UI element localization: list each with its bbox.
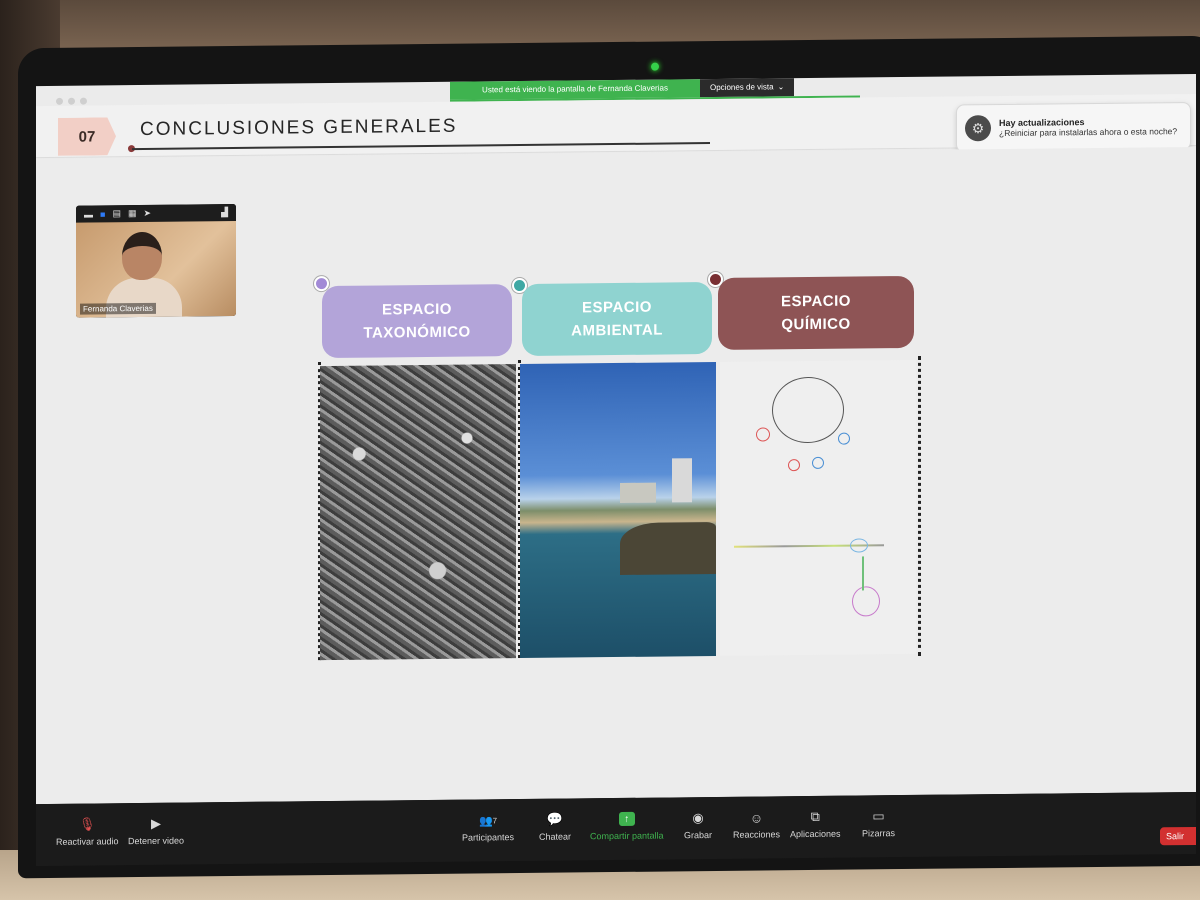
zoom-screen: Usted está viendo la pantalla de Fernand… [36, 73, 1196, 805]
leave-button[interactable]: Salir [1160, 826, 1196, 846]
cursor-pointer-icon: ➤ [143, 207, 152, 218]
stop-video-label: Detener video [128, 835, 185, 847]
reactions-button[interactable]: ☺ Reacciones [733, 809, 781, 840]
oxazole-ring-blue-2 [812, 456, 824, 469]
reactions-label: Reacciones [733, 829, 781, 840]
environmental-line1: ESPACIO [582, 298, 652, 317]
update-notification[interactable]: ⚙ Hay actualizaciones ¿Reiniciar para in… [956, 101, 1191, 153]
unmute-audio-button[interactable]: 🎙 Reactivar audio [56, 816, 119, 847]
apps-label: Aplicaciones [790, 828, 841, 840]
macrocycle-structure [772, 376, 844, 444]
chemical-line2: QUÍMICO [781, 315, 851, 334]
share-screen-button[interactable]: ↑ Compartir pantalla [590, 811, 664, 842]
participants-button[interactable]: 👥 7 Participantes [462, 813, 514, 843]
split-view-icon[interactable]: ▤ [112, 208, 121, 219]
record-icon: ◉ [692, 810, 704, 826]
chat-label: Chatear [539, 831, 572, 842]
record-button[interactable]: ◉ Grabar [684, 810, 713, 841]
chemical-structures [720, 359, 916, 656]
unmute-audio-label: Reactivar audio [56, 836, 119, 847]
peptide-ring-purple [852, 586, 880, 617]
webcam-indicator [651, 62, 659, 71]
window-controls[interactable] [56, 97, 87, 105]
settings-icon: ⚙ [965, 115, 991, 142]
participant-video-tile[interactable]: ▬ ■ ▤ ▦ ➤ ▟ Fernanda Claverias [76, 204, 236, 318]
notification-body: ¿Reiniciar para instalarlas ahora o esta… [999, 125, 1178, 138]
gallery-view-icon[interactable]: ▦ [128, 208, 137, 219]
expand-icon[interactable]: ▟ [221, 207, 228, 218]
chevron-down-icon: ⌄ [777, 82, 785, 92]
side-chain [862, 556, 864, 591]
chemical-space-pill: ESPACIO QUÍMICO [718, 275, 914, 350]
peptide-ring-blue [850, 538, 868, 553]
environmental-line2: AMBIENTAL [571, 321, 663, 340]
laptop-bezel: Usted está viendo la pantalla de Fernand… [18, 35, 1200, 879]
mic-muted-icon: 🎙 [79, 816, 96, 832]
thiazole-ring-red-2 [788, 459, 800, 472]
meeting-toolbar: 🎙 Reactivar audio ▶ Detener video 👥 7 Par… [36, 791, 1196, 867]
apps-icon: ⧉ [810, 808, 820, 824]
chemical-line1: ESPACIO [781, 292, 851, 311]
video-tile-toolbar: ▬ ■ ▤ ▦ ➤ ▟ [76, 204, 236, 223]
chat-bubble-icon: 💬 [546, 811, 564, 827]
video-camera-icon: ▶ [151, 815, 162, 831]
record-label: Grabar [684, 830, 713, 841]
building [620, 482, 656, 503]
taxonomic-line2: TAXONÓMICO [363, 323, 471, 342]
tower-building [672, 458, 692, 503]
participants-count: 7 [492, 815, 498, 825]
section-number: 07 [58, 117, 116, 156]
coastal-photo [520, 361, 716, 659]
view-options-label: Opciones de vista [710, 82, 774, 93]
participant-head [122, 231, 162, 281]
slide-title: CONCLUSIONES GENERALES [140, 115, 458, 141]
oxazole-ring-blue [838, 432, 850, 445]
chemical-divider [918, 355, 921, 656]
whiteboards-button[interactable]: ▭ Pizarras [862, 808, 896, 839]
smiley-icon: ☺ [749, 809, 764, 826]
view-options-button[interactable]: Opciones de vista ⌄ [700, 78, 795, 98]
whiteboard-icon: ▭ [872, 808, 885, 824]
participant-name: Fernanda Claverias [80, 302, 156, 315]
stop-video-button[interactable]: ▶ Detener video [128, 815, 185, 847]
speaker-view-icon[interactable]: ■ [100, 209, 105, 219]
share-screen-label: Compartir pantalla [590, 830, 664, 842]
title-rule [132, 142, 710, 150]
rocks [620, 521, 716, 575]
participants-icon: 👥 7 [478, 814, 498, 827]
participants-label: Participantes [462, 832, 515, 843]
apps-button[interactable]: ⧉ Aplicaciones [790, 808, 841, 840]
chat-button[interactable]: 💬 Chatear [539, 811, 572, 842]
thiazole-ring-red [756, 427, 770, 442]
taxonomic-space-pill: ESPACIO TAXONÓMICO [322, 284, 512, 359]
share-arrow-icon: ↑ [618, 811, 635, 826]
minimize-icon[interactable]: ▬ [84, 209, 93, 219]
whiteboards-label: Pizarras [862, 828, 896, 839]
microscopy-image [320, 364, 516, 661]
taxonomic-line1: ESPACIO [382, 300, 452, 319]
environmental-space-pill: ESPACIO AMBIENTAL [522, 282, 712, 357]
